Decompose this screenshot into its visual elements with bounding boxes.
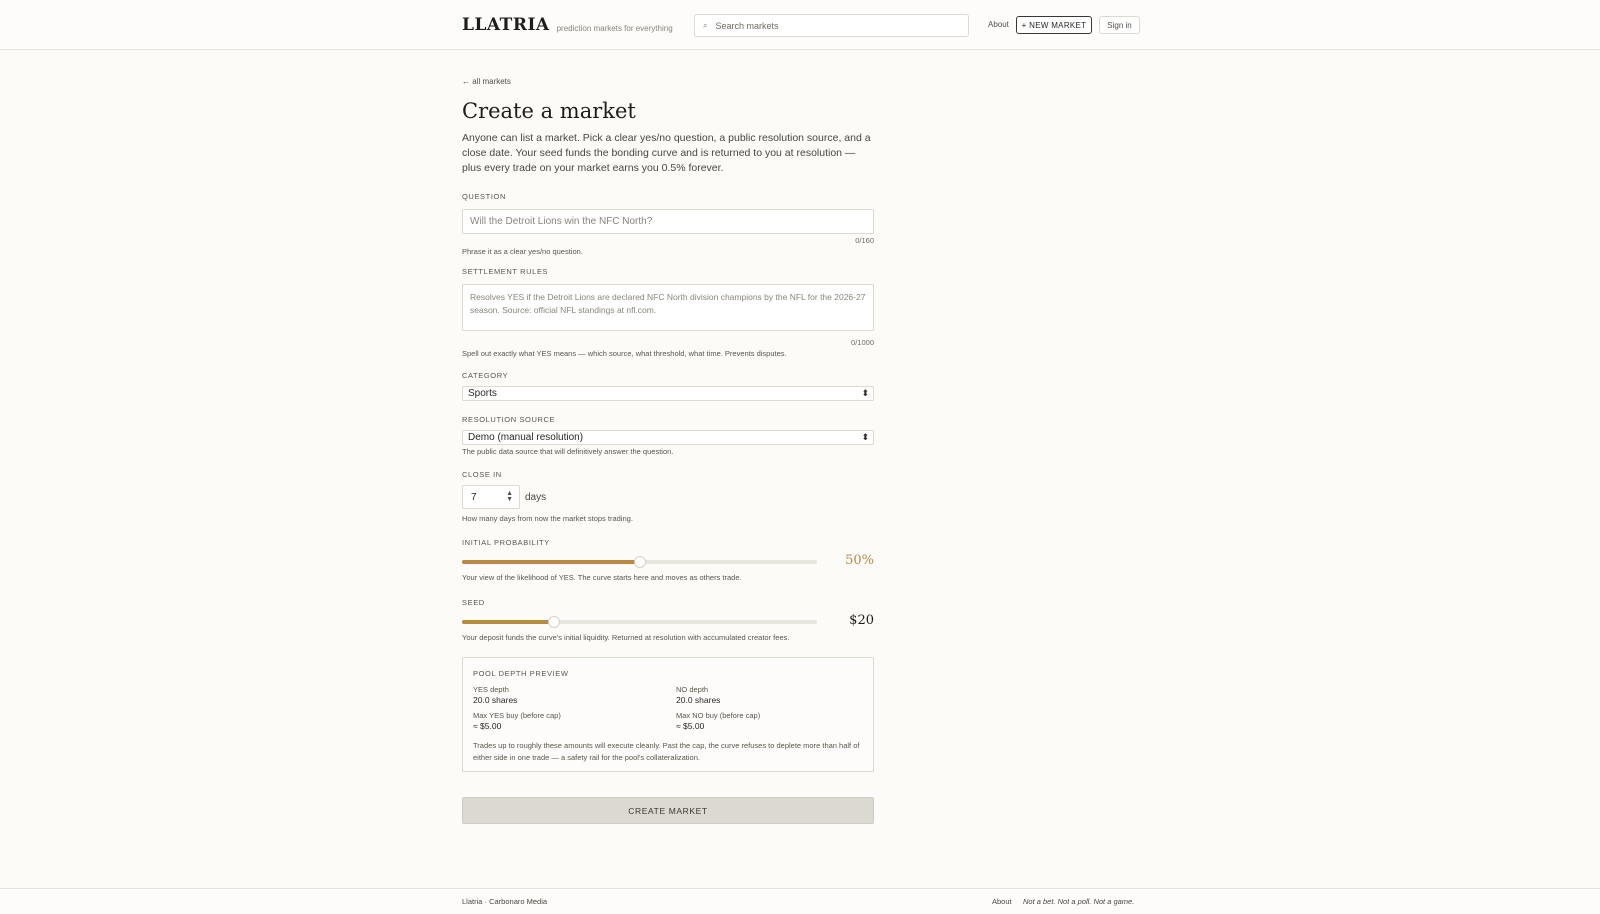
question-counter: 0/160 bbox=[855, 236, 874, 245]
probability-slider-fill bbox=[462, 560, 640, 564]
select-chevron-icon: ⬍ bbox=[861, 432, 869, 442]
probability-hint: Your view of the likelihood of YES. The … bbox=[462, 573, 742, 582]
probability-slider[interactable] bbox=[462, 556, 817, 568]
probability-slider-thumb[interactable] bbox=[633, 556, 646, 568]
max-yes-label: Max YES buy (before cap) bbox=[473, 711, 561, 720]
category-label: CATEGORY bbox=[462, 371, 509, 380]
sign-in-button[interactable]: Sign in bbox=[1099, 16, 1140, 34]
new-market-button[interactable]: + NEW MARKET bbox=[1016, 16, 1092, 34]
seed-hint: Your deposit funds the curve's initial l… bbox=[462, 633, 790, 642]
footer: Llatria · Carbonaro Media About Not a be… bbox=[0, 888, 1600, 914]
close-days-value: 7 bbox=[471, 491, 477, 503]
search-icon: ⌕ bbox=[703, 20, 708, 30]
probability-value: 50% bbox=[845, 553, 874, 568]
category-value: Sports bbox=[468, 388, 497, 399]
rules-label: SETTLEMENT RULES bbox=[462, 267, 549, 276]
source-value: Demo (manual resolution) bbox=[468, 432, 584, 443]
source-hint: The public data source that will definit… bbox=[462, 447, 674, 456]
yes-depth-label: YES depth bbox=[473, 685, 509, 694]
category-select[interactable]: Sports ⬍ bbox=[462, 386, 874, 401]
seed-slider-thumb[interactable] bbox=[548, 616, 561, 628]
header-inner: LLATRIA prediction markets for everythin… bbox=[462, 0, 1140, 50]
yes-depth-value: 20.0 shares bbox=[473, 695, 518, 705]
footer-brand: Llatria · Carbonaro Media bbox=[462, 897, 548, 906]
pool-depth-preview: POOL DEPTH PREVIEW YES depth 20.0 shares… bbox=[462, 657, 874, 772]
create-market-button[interactable]: CREATE MARKET bbox=[462, 797, 874, 824]
max-yes-value: ≈ $5.00 bbox=[473, 721, 502, 731]
close-hint: How many days from now the market stops … bbox=[462, 514, 633, 523]
page-intro: Anyone can list a market. Pick a clear y… bbox=[462, 132, 871, 174]
rules-textarea[interactable] bbox=[462, 284, 874, 331]
seed-label: SEED bbox=[462, 598, 485, 607]
source-label: RESOLUTION SOURCE bbox=[462, 415, 556, 424]
max-no-value: ≈ $5.00 bbox=[676, 721, 705, 731]
question-label: QUESTION bbox=[462, 192, 506, 201]
seed-slider[interactable] bbox=[462, 616, 817, 628]
rules-hint: Spell out exactly what YES means — which… bbox=[462, 349, 787, 358]
search-input[interactable] bbox=[715, 20, 956, 31]
source-select[interactable]: Demo (manual resolution) ⬍ bbox=[462, 430, 874, 445]
no-depth-label: NO depth bbox=[676, 685, 709, 694]
question-hint: Phrase it as a clear yes/no question. bbox=[462, 247, 583, 256]
footer-tagline: Not a bet. Not a poll. Not a game. bbox=[1023, 897, 1135, 906]
back-link[interactable]: ← all markets bbox=[462, 77, 511, 86]
nav-about-link[interactable]: About bbox=[988, 20, 1009, 29]
page-title: Create a market bbox=[462, 99, 636, 123]
max-no-label: Max NO buy (before cap) bbox=[676, 711, 761, 720]
probability-label: INITIAL PROBABILITY bbox=[462, 538, 550, 547]
seed-value: $20 bbox=[849, 613, 874, 628]
pool-title: POOL DEPTH PREVIEW bbox=[473, 669, 569, 678]
question-input[interactable] bbox=[462, 209, 874, 234]
top-header: LLATRIA prediction markets for everythin… bbox=[0, 0, 1600, 50]
no-depth-value: 20.0 shares bbox=[676, 695, 721, 705]
close-days-stepper[interactable]: 7 ▲ ▼ bbox=[462, 485, 520, 509]
select-chevron-icon: ⬍ bbox=[861, 388, 869, 398]
footer-about-link[interactable]: About bbox=[992, 897, 1012, 906]
pool-note: Trades up to roughly these amounts will … bbox=[473, 741, 860, 762]
search-box[interactable]: ⌕ bbox=[694, 14, 969, 37]
close-label: CLOSE IN bbox=[462, 470, 502, 479]
rules-counter: 0/1000 bbox=[851, 338, 874, 347]
seed-slider-fill bbox=[462, 620, 555, 624]
tagline: prediction markets for everything bbox=[556, 23, 673, 33]
stepper-arrows-icon[interactable]: ▲ ▼ bbox=[506, 490, 513, 503]
close-days-unit: days bbox=[525, 492, 547, 503]
logo[interactable]: LLATRIA bbox=[462, 15, 550, 35]
